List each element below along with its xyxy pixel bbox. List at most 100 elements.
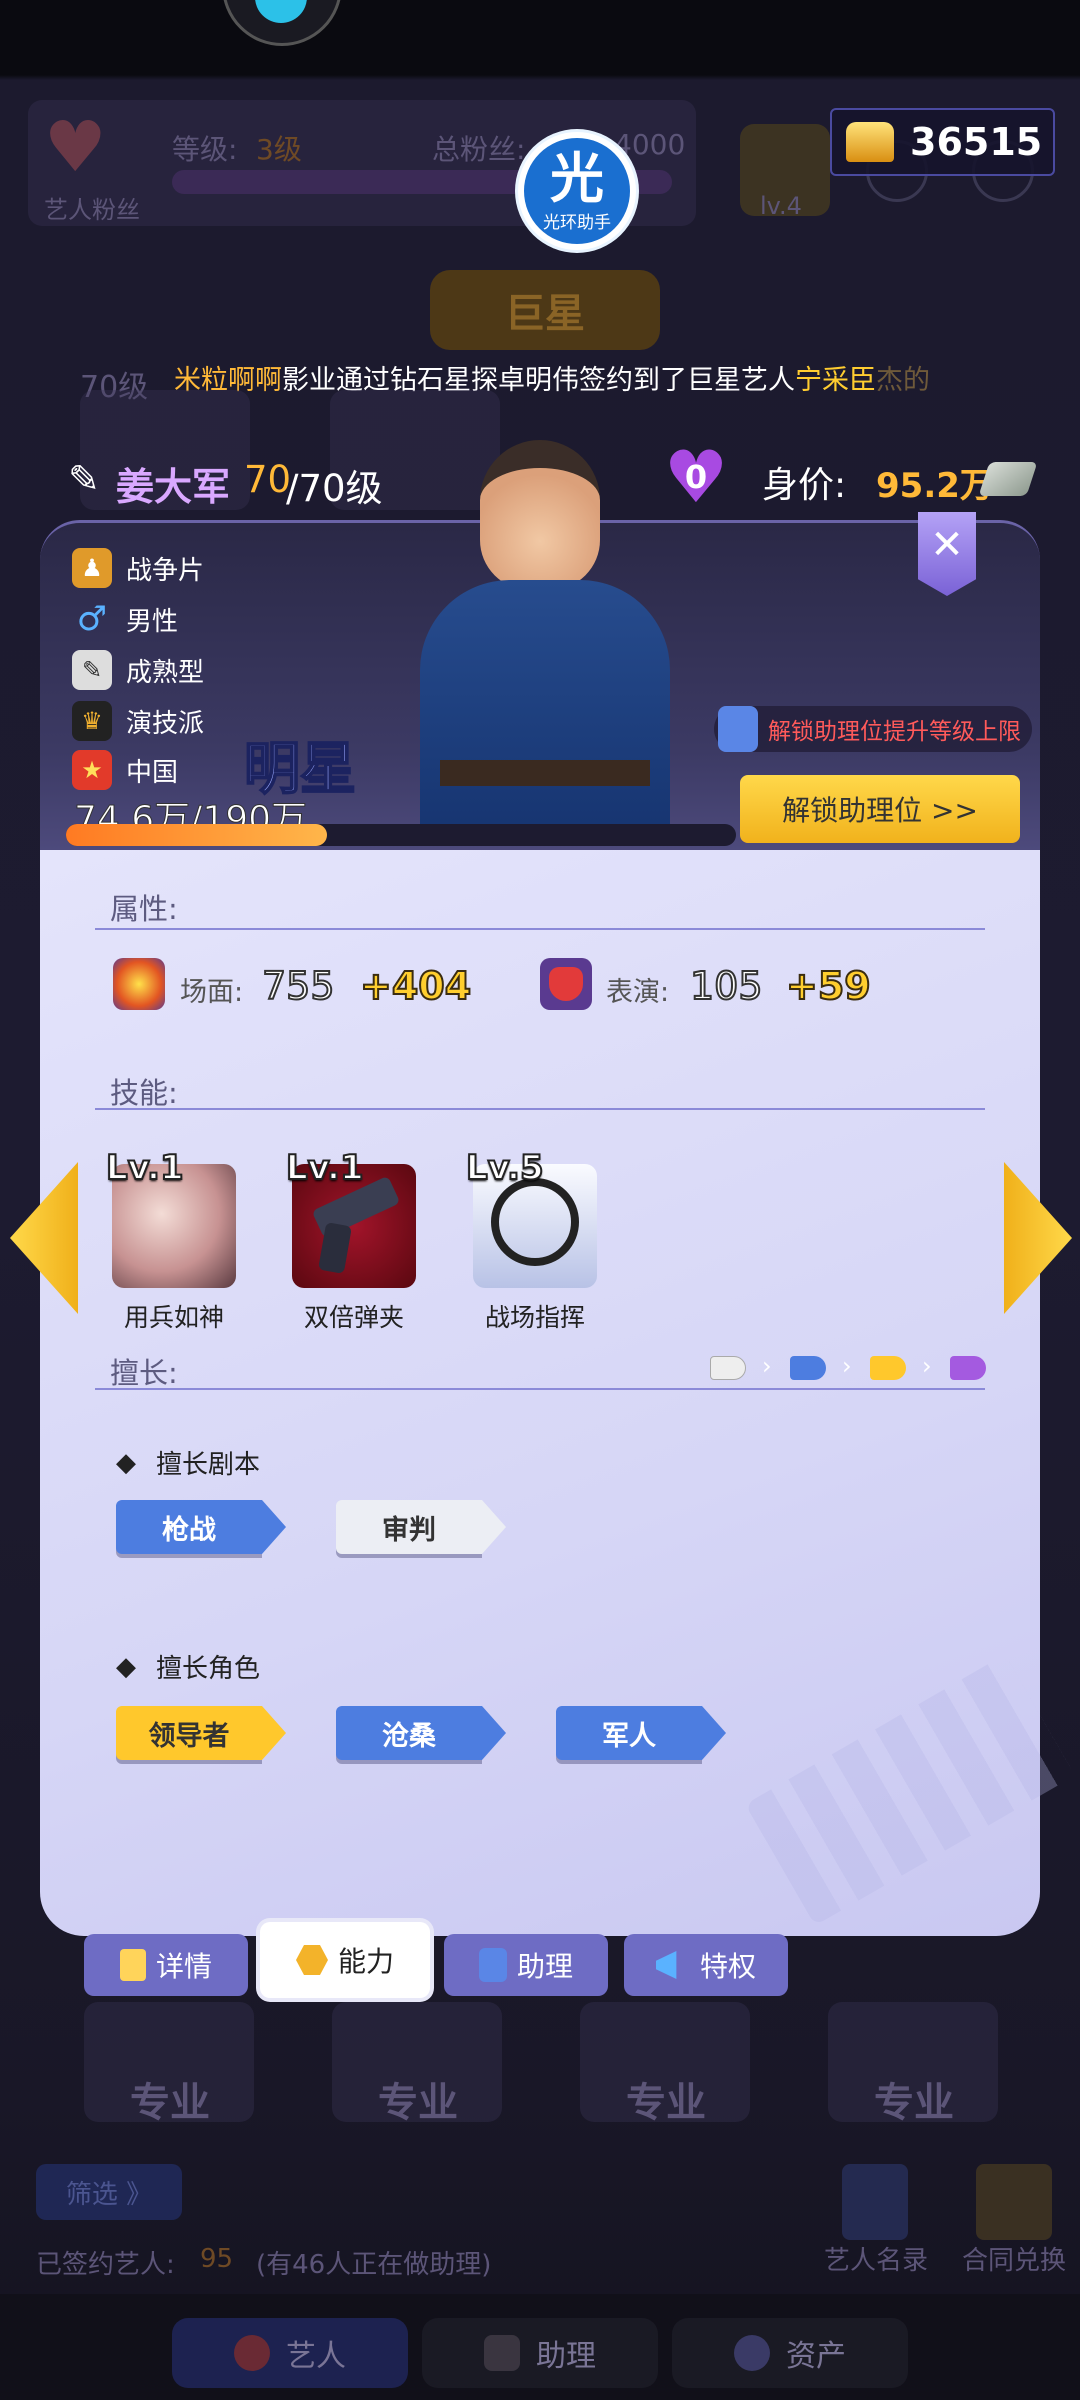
- assisting-note: (有46人正在做助理): [256, 2250, 492, 2280]
- diamond-bullet-icon: ◆: [116, 1447, 136, 1478]
- artist-level-current: 70: [244, 458, 292, 501]
- skill-level: Lv.1: [105, 1147, 185, 1189]
- tab-ability[interactable]: 能力: [260, 1922, 430, 1998]
- skill-level: Lv.1: [285, 1147, 365, 1189]
- specialty-title: 擅长:: [110, 1356, 178, 1390]
- skill-level: Lv.5: [465, 1147, 545, 1189]
- level-label: 等级:: [172, 133, 238, 166]
- artist-level-max: /70级: [286, 467, 383, 510]
- filter-button[interactable]: 筛选 》: [36, 2164, 182, 2220]
- gold-amount: 36515: [910, 120, 1043, 164]
- scene-bonus: +404: [359, 963, 472, 1009]
- contract-exchange-icon[interactable]: [976, 2164, 1052, 2240]
- tab-details[interactable]: 详情: [84, 1934, 248, 1996]
- gold-ingot-icon: [846, 122, 894, 162]
- exp-bar: [66, 824, 736, 846]
- script-tag-trial[interactable]: 审判: [336, 1500, 506, 1554]
- tag-acting-school: ♛ 演技派: [72, 701, 204, 741]
- fan-label: 艺人粉丝: [44, 196, 140, 224]
- card-type-label: 专业: [626, 2080, 706, 2126]
- exp-fill: [66, 824, 328, 846]
- studio-level: lv.4: [760, 192, 802, 220]
- performance-value: 105: [689, 963, 764, 1009]
- assistant-icon: [478, 1948, 507, 1982]
- assistant-badge[interactable]: 光 光环助手: [518, 132, 636, 250]
- quill-icon: ✎: [68, 457, 100, 501]
- assistant-badge-text: 光环助手: [543, 212, 611, 233]
- skills-title: 技能:: [110, 1076, 178, 1110]
- specialty-divider: [95, 1388, 985, 1390]
- contract-exchange-label: 合同兑换: [962, 2246, 1067, 2276]
- broadcast-ticker: 米粒啊啊影业通过钻石星探卓明伟签约到了巨星艺人宁采臣杰的: [174, 365, 930, 396]
- signed-artists-label: 已签约艺人:: [36, 2250, 175, 2280]
- worth-label: 身价:: [762, 465, 847, 506]
- role-tag-weathered[interactable]: 沧桑: [336, 1706, 506, 1760]
- worth-value: 95.2万: [876, 466, 994, 506]
- asset-icon: [734, 2335, 770, 2371]
- tag-war-film: ♟ 战争片: [72, 548, 204, 588]
- tab-assistant[interactable]: 助理: [444, 1934, 608, 1996]
- assistant-badge-icon: [718, 706, 758, 752]
- unlock-assistant-button[interactable]: 解锁助理位 >>: [740, 775, 1020, 843]
- male-icon: ♂: [76, 599, 108, 639]
- china-flag-icon: ★: [72, 750, 112, 790]
- artist-portrait: [400, 440, 690, 840]
- tag-mature-type: ✎ 成熟型: [72, 650, 204, 690]
- gold-counter[interactable]: 36515: [830, 108, 1055, 176]
- total-fans-label: 总粉丝:: [432, 133, 526, 166]
- fan-hearts-icon: ♥: [44, 106, 107, 188]
- tab-privilege[interactable]: 特权: [624, 1934, 788, 1996]
- performance-icon: [540, 958, 592, 1010]
- skill-name: 战场指挥: [484, 1303, 585, 1332]
- tier-yellow: [870, 1356, 906, 1380]
- tag-china: ★ 中国: [72, 750, 178, 790]
- signed-artists-count: 95: [200, 2244, 234, 2274]
- tier-arrow: ›: [842, 1352, 852, 1380]
- artist-catalog-label: 艺人名录: [824, 2246, 929, 2276]
- assistant-nav-icon: [484, 2335, 520, 2371]
- scene-value: 755: [261, 963, 336, 1009]
- diamond-bullet-icon: ◆: [116, 1651, 136, 1682]
- tag-male: ♂ 男性: [72, 599, 178, 639]
- performance-bonus: +59: [785, 963, 872, 1009]
- scripts-heading: ◆ 擅长剧本: [116, 1447, 261, 1481]
- level-value: 3级: [256, 133, 302, 166]
- ability-icon: [295, 1945, 328, 1975]
- mature-type-icon: ✎: [72, 650, 112, 690]
- card-type-label: 专业: [378, 2080, 458, 2126]
- attributes-divider: [95, 928, 985, 930]
- assistant-badge-char: 光: [550, 146, 604, 210]
- card-type-label: 专业: [130, 2080, 210, 2126]
- roles-heading: ◆ 擅长角色: [116, 1651, 261, 1685]
- role-tag-leader[interactable]: 领导者: [116, 1706, 286, 1760]
- skill-name: 用兵如神: [123, 1303, 224, 1332]
- tier-purple: [950, 1356, 986, 1380]
- attributes-title: 属性:: [110, 892, 178, 926]
- artist-name: 姜大军: [116, 465, 231, 509]
- card-type-label: 专业: [874, 2080, 954, 2126]
- tier-legend: › › ›: [710, 1352, 990, 1382]
- detail-icon: [119, 1949, 146, 1981]
- close-icon: ✕: [930, 522, 964, 568]
- tier-blue: [790, 1356, 826, 1380]
- nav-assets[interactable]: 资产: [672, 2318, 908, 2388]
- skills-divider: [95, 1108, 985, 1110]
- role-tag-soldier[interactable]: 军人: [556, 1706, 726, 1760]
- nav-artist[interactable]: 艺人: [172, 2318, 408, 2388]
- privilege-icon: [655, 1951, 677, 1979]
- tier-arrow: ›: [922, 1352, 932, 1380]
- tier-white: [710, 1356, 746, 1380]
- artist-catalog-icon[interactable]: [842, 2164, 908, 2240]
- script-tag-gunfight[interactable]: 枪战: [116, 1500, 286, 1554]
- acting-school-icon: ♛: [72, 701, 112, 741]
- skill-name: 双倍弹夹: [303, 1303, 404, 1332]
- rank-banner: 巨星: [430, 270, 660, 350]
- unlock-hint: 解锁助理位提升等级上限: [714, 706, 1032, 752]
- artist-icon: [234, 2335, 270, 2371]
- tier-arrow: ›: [762, 1352, 772, 1380]
- performance-label: 表演:: [606, 977, 670, 1008]
- war-film-icon: ♟: [72, 548, 112, 588]
- nav-assistant[interactable]: 助理: [422, 2318, 658, 2388]
- close-button[interactable]: ✕: [918, 512, 976, 596]
- scene-icon: [113, 958, 165, 1010]
